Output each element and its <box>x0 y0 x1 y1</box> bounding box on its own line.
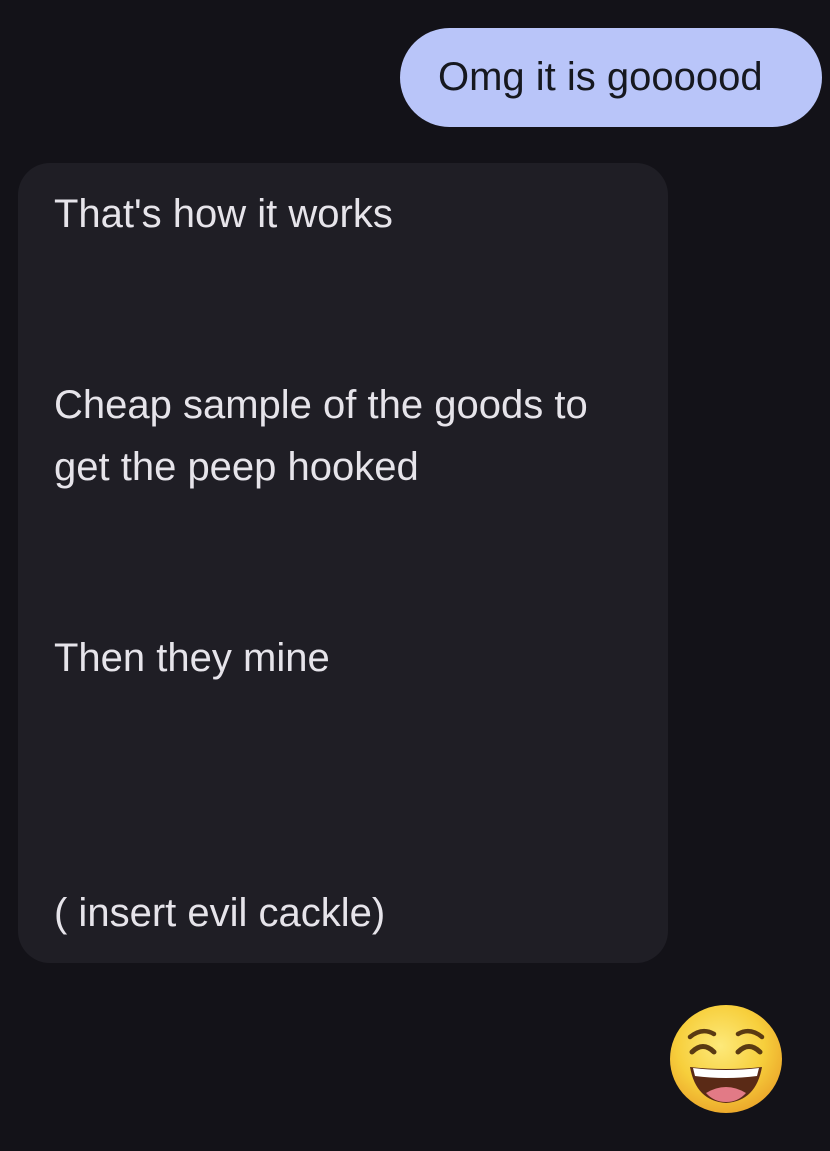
received-message-line: get the peep hooked <box>54 445 419 489</box>
received-message-line: That's how it works <box>54 192 393 236</box>
received-message-line: ( insert evil cackle) <box>54 891 386 935</box>
received-message-line: Then they mine <box>54 636 330 680</box>
received-message-bubble[interactable]: That's how it works Cheap sample of the … <box>18 163 668 963</box>
laughing-smiling-face-icon[interactable] <box>668 1003 784 1115</box>
sent-message-bubble[interactable]: Omg it is goooood <box>400 28 822 127</box>
chat-thread: Omg it is goooood That's how it works Ch… <box>0 0 830 1151</box>
received-message-line: Cheap sample of the goods to <box>54 383 588 427</box>
sent-message-text: Omg it is goooood <box>438 55 763 99</box>
